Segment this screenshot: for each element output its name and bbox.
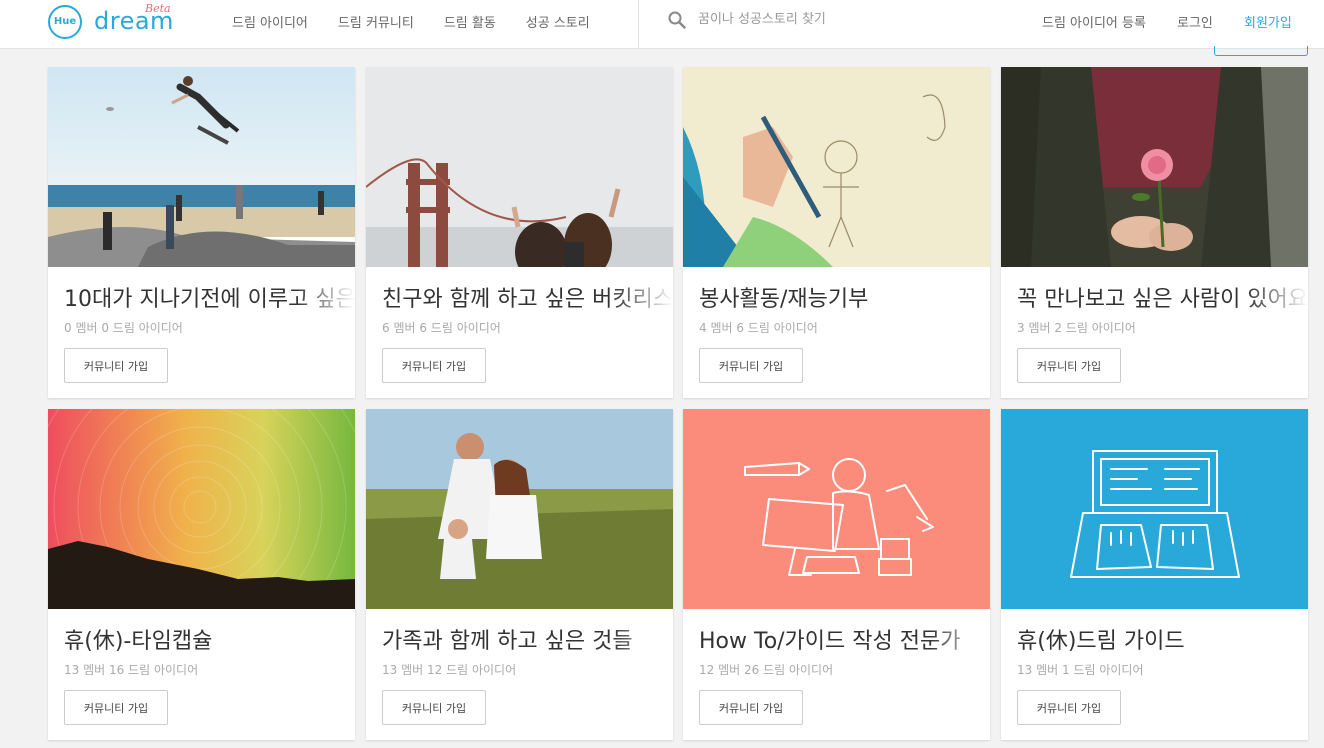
header-divider bbox=[638, 0, 639, 49]
card-meta: 13 멤버 12 드림 아이디어 bbox=[382, 663, 517, 677]
community-card[interactable]: 가족과 함께 하고 싶은 것들 13 멤버 12 드림 아이디어 커뮤니티 가입 bbox=[366, 409, 673, 740]
logo-beta-tag: Beta bbox=[145, 2, 171, 15]
card-title[interactable]: 휴(休)-타임캡슐 bbox=[64, 623, 355, 655]
signup-link[interactable]: 회원가입 bbox=[1244, 12, 1292, 31]
community-card[interactable]: How To/가이드 작성 전문가 12 멤버 26 드림 아이디어 커뮤니티 … bbox=[683, 409, 990, 740]
card-meta: 0 멤버 0 드림 아이디어 bbox=[64, 321, 183, 335]
community-card[interactable]: 친구와 함께 하고 싶은 버킷리스트 6 멤버 6 드림 아이디어 커뮤니티 가… bbox=[366, 67, 673, 398]
card-meta: 6 멤버 6 드림 아이디어 bbox=[382, 321, 501, 335]
card-meta: 12 멤버 26 드림 아이디어 bbox=[699, 663, 834, 677]
title-fade bbox=[930, 619, 990, 655]
join-community-button[interactable]: 커뮤니티 가입 bbox=[699, 348, 803, 383]
title-fade bbox=[613, 619, 673, 655]
card-image-rose[interactable] bbox=[1001, 67, 1308, 267]
join-community-button[interactable]: 커뮤니티 가입 bbox=[1017, 348, 1121, 383]
register-idea-link[interactable]: 드림 아이디어 등록 bbox=[1042, 12, 1146, 31]
card-image-writer-illustration[interactable] bbox=[683, 409, 990, 609]
hue-dream-logo[interactable]: Hue dream Beta bbox=[48, 2, 178, 39]
card-image-child-drawing[interactable] bbox=[683, 67, 990, 267]
main-nav: 드림 아이디어 드림 커뮤니티 드림 활동 성공 스토리 bbox=[232, 12, 620, 31]
title-fade bbox=[613, 277, 673, 313]
join-community-button[interactable]: 커뮤니티 가입 bbox=[64, 348, 168, 383]
community-card[interactable]: 10대가 지나기전에 이루고 싶은 0 멤버 0 드림 아이디어 커뮤니티 가입 bbox=[48, 67, 355, 398]
community-card[interactable]: 꼭 만나보고 싶은 사람이 있어요 3 멤버 2 드림 아이디어 커뮤니티 가입 bbox=[1001, 67, 1308, 398]
join-community-button[interactable]: 커뮤니티 가입 bbox=[382, 348, 486, 383]
join-community-button[interactable]: 커뮤니티 가입 bbox=[64, 690, 168, 725]
join-community-button[interactable]: 커뮤니티 가입 bbox=[699, 690, 803, 725]
card-image-family[interactable] bbox=[366, 409, 673, 609]
logo-badge: Hue bbox=[48, 5, 82, 39]
community-card[interactable]: 휴(休)-타임캡슐 13 멤버 16 드림 아이디어 커뮤니티 가입 bbox=[48, 409, 355, 740]
card-image-star-trails[interactable] bbox=[48, 409, 355, 609]
join-community-button[interactable]: 커뮤니티 가입 bbox=[382, 690, 486, 725]
card-title[interactable]: 봉사활동/재능기부 bbox=[699, 281, 990, 313]
title-fade bbox=[1248, 277, 1308, 313]
card-image-skateboard[interactable] bbox=[48, 67, 355, 267]
nav-dream-activity[interactable]: 드림 활동 bbox=[444, 12, 496, 31]
card-meta: 3 멤버 2 드림 아이디어 bbox=[1017, 321, 1136, 335]
card-meta: 4 멤버 6 드림 아이디어 bbox=[699, 321, 818, 335]
search-icon[interactable] bbox=[668, 11, 686, 29]
card-meta: 13 멤버 16 드림 아이디어 bbox=[64, 663, 199, 677]
nav-dream-idea[interactable]: 드림 아이디어 bbox=[232, 12, 308, 31]
nav-dream-community[interactable]: 드림 커뮤니티 bbox=[338, 12, 414, 31]
title-fade bbox=[295, 277, 355, 313]
card-image-golden-gate[interactable] bbox=[366, 67, 673, 267]
top-header: Hue dream Beta 드림 아이디어 드림 커뮤니티 드림 활동 성공 … bbox=[0, 0, 1324, 49]
community-card[interactable]: 봉사활동/재능기부 4 멤버 6 드림 아이디어 커뮤니티 가입 bbox=[683, 67, 990, 398]
partial-button-edge[interactable] bbox=[1214, 46, 1308, 56]
card-title[interactable]: 휴(休)드림 가이드 bbox=[1017, 623, 1308, 655]
card-meta: 13 멤버 1 드림 아이디어 bbox=[1017, 663, 1144, 677]
search-input[interactable] bbox=[698, 8, 998, 30]
login-link[interactable]: 로그인 bbox=[1177, 12, 1213, 31]
card-image-laptop-illustration[interactable] bbox=[1001, 409, 1308, 609]
community-card[interactable]: 휴(休)드림 가이드 13 멤버 1 드림 아이디어 커뮤니티 가입 bbox=[1001, 409, 1308, 740]
join-community-button[interactable]: 커뮤니티 가입 bbox=[1017, 690, 1121, 725]
nav-success-story[interactable]: 성공 스토리 bbox=[526, 12, 590, 31]
